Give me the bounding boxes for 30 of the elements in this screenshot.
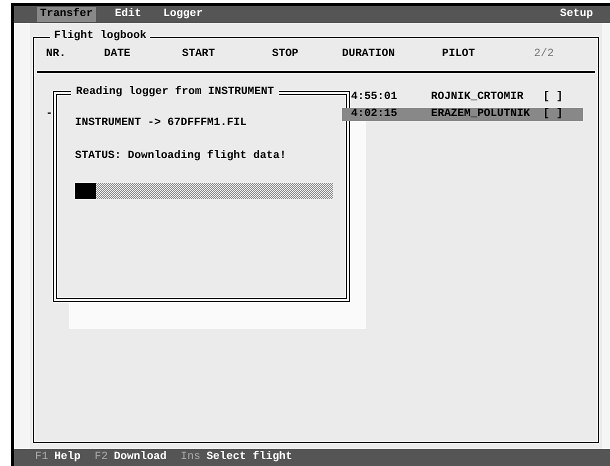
table-cell: ERAZEM_POLUTNIK bbox=[431, 108, 530, 120]
table-cell: 4:55:01 bbox=[351, 90, 398, 103]
dialog-title: Reading logger from INSTRUMENT bbox=[71, 86, 280, 100]
table-row[interactable]: 4:02:15 ERAZEM_POLUTNIK [ ] bbox=[342, 108, 583, 122]
table-row[interactable]: 4:55:01 ROJNIK_CRTOMIR [ ] bbox=[342, 90, 583, 104]
page-counter: 2/2 bbox=[534, 48, 554, 60]
table-cell: 4:02:15 bbox=[351, 108, 398, 120]
checkbox-cell: [ ] bbox=[543, 108, 563, 120]
column-header: DATE bbox=[104, 48, 130, 60]
menu-item[interactable]: Logger bbox=[160, 6, 206, 22]
key-action: Help bbox=[54, 450, 81, 464]
key-label: Ins bbox=[180, 450, 200, 464]
table-cell: ROJNIK_CRTOMIR bbox=[431, 90, 524, 103]
checkbox-cell: [ ] bbox=[543, 90, 563, 103]
menu-item[interactable]: Setup bbox=[556, 6, 596, 22]
column-header: NR. bbox=[46, 48, 66, 60]
file-text: INSTRUMENT -> 67DFFFM1.FIL bbox=[75, 117, 247, 130]
table-cell: - bbox=[46, 108, 53, 120]
menu-item[interactable]: Transfer bbox=[37, 6, 96, 22]
frame-title: Flight logbook bbox=[50, 30, 150, 44]
key-label: F1 bbox=[35, 450, 48, 464]
status-text: STATUS: Downloading flight data! bbox=[75, 150, 286, 164]
key-action: Select flight bbox=[206, 450, 292, 464]
column-header: START bbox=[182, 48, 216, 60]
menu-item[interactable]: Edit bbox=[112, 6, 144, 22]
key-label: F2 bbox=[94, 450, 108, 464]
key-action: Download bbox=[114, 450, 167, 464]
column-header: DURATION bbox=[342, 48, 395, 60]
column-header: STOP bbox=[272, 48, 298, 60]
column-header: PILOT bbox=[442, 48, 476, 60]
